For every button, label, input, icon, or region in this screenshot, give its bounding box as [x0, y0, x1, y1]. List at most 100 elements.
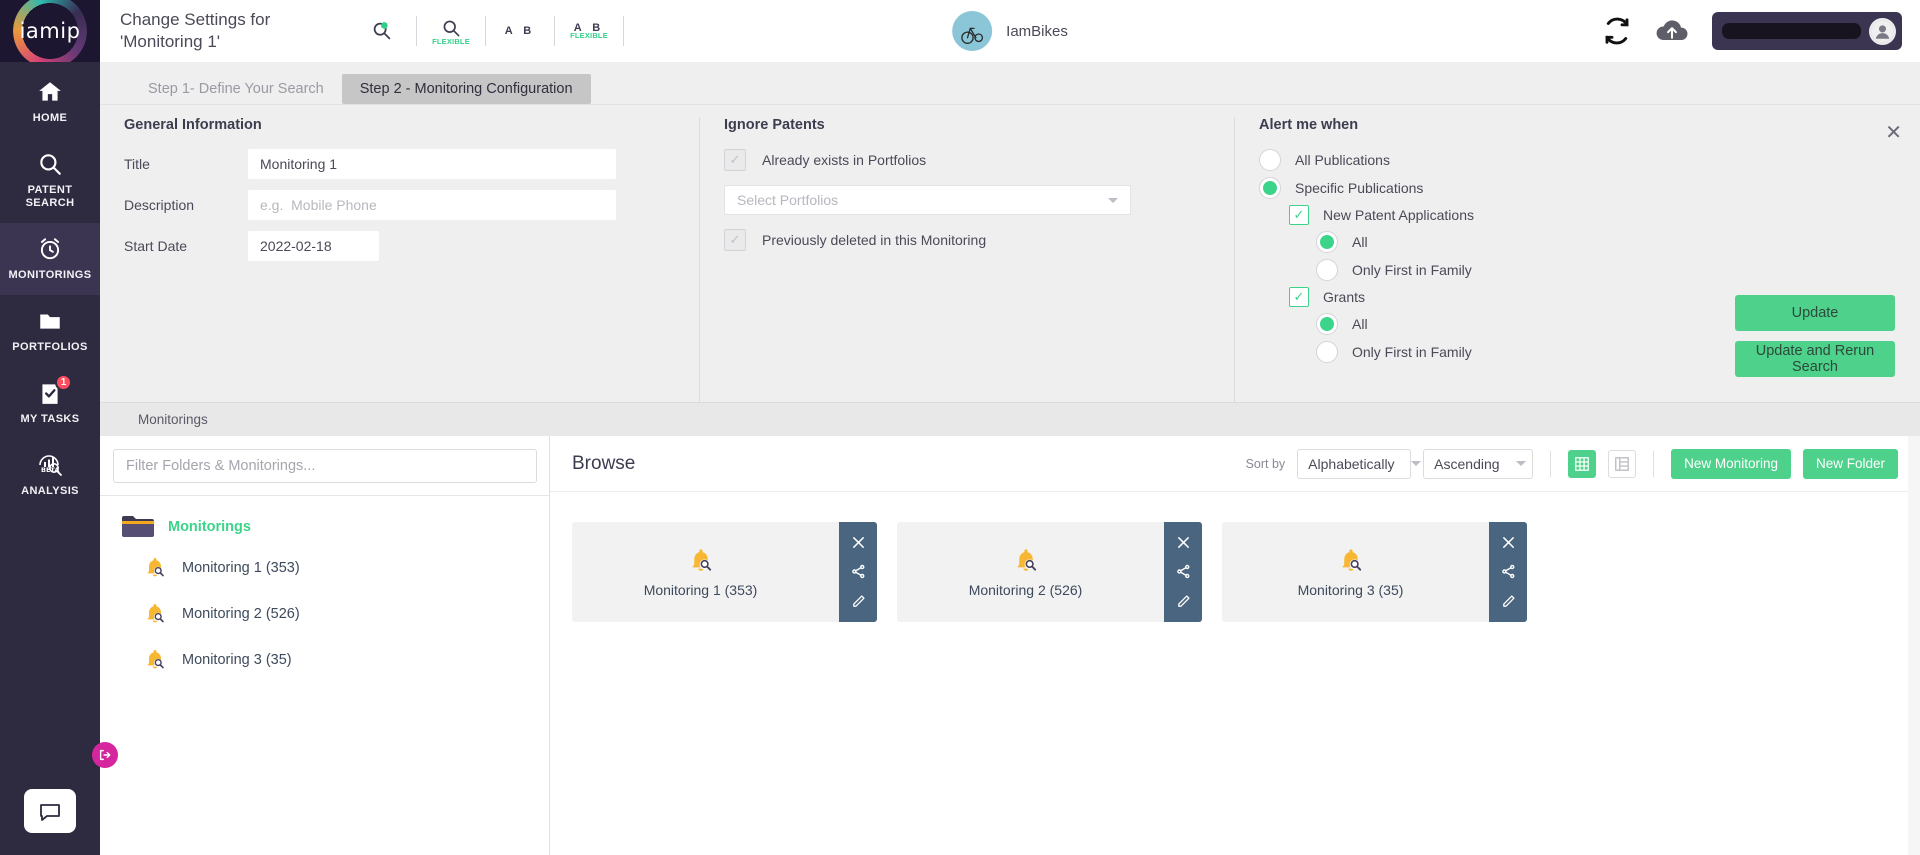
- sidebar-item-monitorings[interactable]: MONITORINGS: [0, 223, 100, 295]
- grants-checkbox[interactable]: ✓: [1289, 287, 1309, 307]
- sidebar-item-label: HOME: [32, 112, 68, 124]
- sidebar-item-analysis[interactable]: BETA ANALYSIS: [0, 439, 100, 511]
- checkbox-row-previously-deleted: ✓ Previously deleted in this Monitoring: [724, 229, 1210, 251]
- previously-deleted-checkbox[interactable]: ✓: [724, 229, 746, 251]
- refresh-icon[interactable]: [1602, 16, 1632, 46]
- tree-node-monitoring-1[interactable]: Monitoring 1 (353): [100, 545, 549, 591]
- ignore-patents-section: Ignore Patents ✓ Already exists in Portf…: [700, 117, 1235, 402]
- new-patent-applications-checkbox[interactable]: ✓: [1289, 205, 1309, 225]
- card-body: Monitoring 2 (526): [897, 522, 1164, 622]
- update-and-rerun-search-button[interactable]: Update and Rerun Search: [1735, 341, 1895, 377]
- share-icon[interactable]: [851, 564, 866, 579]
- sort-field-dropdown[interactable]: Alphabetically: [1297, 448, 1421, 479]
- option-label: All Publications: [1295, 152, 1390, 168]
- card-body: Monitoring 1 (353): [572, 522, 839, 622]
- sidebar-item-label: ANALYSIS: [21, 485, 79, 497]
- monitoring-card[interactable]: Monitoring 2 (526): [897, 522, 1202, 622]
- chat-bubble-icon[interactable]: [24, 789, 76, 833]
- grants-all-radio[interactable]: [1316, 313, 1338, 335]
- header-tool-group: FLEXIBLE A B A B FLEXIBLE: [355, 10, 631, 52]
- option-label: All: [1352, 316, 1368, 332]
- close-icon[interactable]: [851, 535, 866, 550]
- close-icon[interactable]: [1501, 535, 1516, 550]
- tree-node-label: Monitoring 2 (526): [182, 606, 300, 622]
- cloud-upload-icon[interactable]: [1654, 17, 1690, 45]
- user-menu-button[interactable]: [1712, 12, 1902, 50]
- specific-publications-radio[interactable]: [1259, 177, 1281, 199]
- tree-root-label: Monitorings: [168, 519, 251, 535]
- update-button[interactable]: Update: [1735, 295, 1895, 331]
- customer-logo: IamBikes: [952, 11, 993, 51]
- svg-text:BETA: BETA: [41, 466, 59, 474]
- breadcrumb-item-monitorings[interactable]: Monitorings: [138, 412, 208, 427]
- option-label: Only First in Family: [1352, 262, 1472, 278]
- sidebar-item-patent-search[interactable]: PATENT SEARCH: [0, 138, 100, 223]
- card-label: Monitoring 2 (526): [968, 582, 1083, 598]
- scrollbar[interactable]: [1908, 436, 1920, 855]
- ab-flexible-icon[interactable]: A B FLEXIBLE: [562, 10, 616, 52]
- browse-panel: Browse Sort by Alphabetically Ascending: [550, 436, 1920, 855]
- app-logo[interactable]: iamip: [0, 0, 100, 62]
- select-portfolios-dropdown[interactable]: Select Portfolios: [724, 185, 1131, 215]
- start-date-input[interactable]: [248, 231, 379, 261]
- title-input[interactable]: [248, 149, 616, 179]
- sidebar-item-portfolios[interactable]: PORTFOLIOS: [0, 295, 100, 367]
- sort-direction-dropdown[interactable]: Ascending: [1423, 448, 1534, 479]
- divider: [623, 16, 624, 46]
- card-action-bar: [839, 522, 877, 622]
- sidebar-item-my-tasks[interactable]: 1 MY TASKS: [0, 367, 100, 439]
- field-label: Description: [124, 197, 195, 213]
- ab-label: A B: [504, 25, 536, 37]
- close-icon[interactable]: [1176, 535, 1191, 550]
- share-icon[interactable]: [1501, 564, 1516, 579]
- sidebar-item-label: MY TASKS: [20, 413, 80, 425]
- tab-step-2[interactable]: Step 2 - Monitoring Configuration: [341, 74, 591, 104]
- edit-pencil-icon[interactable]: [1176, 594, 1191, 609]
- flexible-search-icon[interactable]: FLEXIBLE: [424, 10, 478, 52]
- top-header: Change Settings for 'Monitoring 1' FLEXI…: [100, 0, 1920, 62]
- section-title: Alert me when: [1259, 117, 1359, 133]
- tree-root-monitorings[interactable]: Monitorings: [100, 509, 549, 545]
- quick-search-icon[interactable]: [355, 10, 409, 52]
- new-monitoring-button[interactable]: New Monitoring: [1671, 448, 1791, 479]
- grid-view-icon[interactable]: [1568, 449, 1597, 478]
- monitoring-card[interactable]: Monitoring 3 (35): [1222, 522, 1527, 622]
- ab-compare-icon[interactable]: A B: [493, 10, 547, 52]
- new-folder-button[interactable]: New Folder: [1802, 448, 1898, 479]
- checkbox-label: Already exists in Portfolios: [762, 152, 927, 168]
- share-icon[interactable]: [1176, 564, 1191, 579]
- alert-me-when-section: Alert me when All Publications Specific …: [1235, 117, 1920, 402]
- npa-all-radio[interactable]: [1316, 231, 1338, 253]
- tree-node-monitoring-2[interactable]: Monitoring 2 (526): [100, 591, 549, 637]
- collapse-panel-toggle[interactable]: [92, 742, 118, 768]
- bell-search-icon: [142, 555, 168, 581]
- section-title: Ignore Patents: [724, 117, 825, 133]
- alert-option-specific-publications: Specific Publications: [1259, 177, 1896, 199]
- sidebar-item-home[interactable]: HOME: [0, 66, 100, 138]
- list-view-icon[interactable]: [1608, 449, 1637, 478]
- bell-search-icon: [142, 647, 168, 673]
- sort-direction-value: Ascending: [1434, 455, 1500, 472]
- filter-folders-input[interactable]: [113, 449, 537, 483]
- already-exists-checkbox[interactable]: ✓: [724, 149, 746, 171]
- description-input[interactable]: [248, 190, 616, 220]
- bell-search-icon: [1336, 546, 1366, 576]
- logo-text: iamip: [19, 19, 81, 43]
- clipboard-check-icon: 1: [37, 374, 72, 406]
- grants-first-in-family-radio[interactable]: [1316, 341, 1338, 363]
- chevron-down-icon: [1515, 461, 1526, 466]
- monitoring-card[interactable]: Monitoring 1 (353): [572, 522, 877, 622]
- all-publications-radio[interactable]: [1259, 149, 1281, 171]
- edit-pencil-icon[interactable]: [851, 594, 866, 609]
- monitoring-card-grid: Monitoring 1 (353) Monitoring 2 (526) Mo…: [550, 492, 1920, 652]
- tab-step-1[interactable]: Step 1- Define Your Search: [130, 74, 342, 104]
- checkbox-row-already-exists: ✓ Already exists in Portfolios: [724, 149, 1210, 171]
- npa-first-in-family-radio[interactable]: [1316, 259, 1338, 281]
- field-label: Start Date: [124, 238, 188, 254]
- flexible-label: FLEXIBLE: [432, 36, 470, 46]
- option-label: Only First in Family: [1352, 344, 1472, 360]
- tree-node-monitoring-3[interactable]: Monitoring 3 (35): [100, 637, 549, 683]
- close-icon[interactable]: ✕: [1885, 123, 1902, 143]
- edit-pencil-icon[interactable]: [1501, 594, 1516, 609]
- chevron-down-icon: [1410, 461, 1421, 466]
